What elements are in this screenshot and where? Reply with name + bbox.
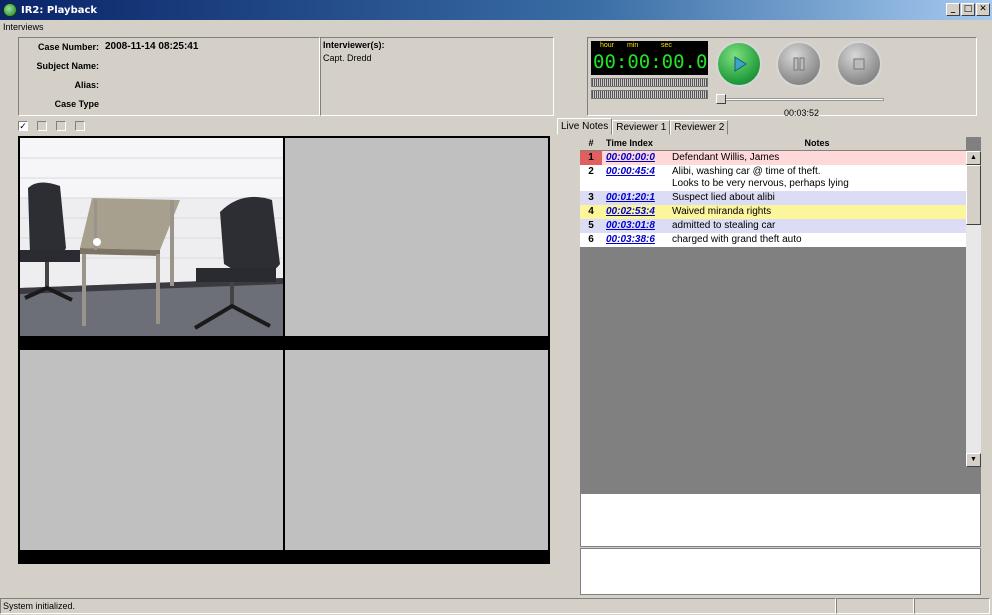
interviewers-panel: Interviewer(s): Capt. Dredd xyxy=(320,37,554,116)
column-header-time[interactable]: Time Index xyxy=(602,137,668,150)
note-time-link[interactable]: 00:01:20:1 xyxy=(602,191,668,205)
interviewers-value: Capt. Dredd xyxy=(323,53,372,63)
camera-toggle-4[interactable] xyxy=(75,121,85,131)
note-time-link[interactable]: 00:03:38:6 xyxy=(602,233,668,247)
status-panel-2 xyxy=(836,598,914,614)
stop-button[interactable] xyxy=(836,41,882,87)
close-button[interactable]: ✕ xyxy=(976,3,990,16)
note-text-cell: Suspect lied about alibi xyxy=(668,191,966,205)
case-number-value: 2008-11-14 08:25:41 xyxy=(105,41,199,52)
note-text-cell: charged with grand theft auto xyxy=(668,233,966,247)
note-row[interactable]: 4 00:02:53:4 Waived miranda rights xyxy=(580,205,966,219)
note-row[interactable]: 2 00:00:45:4 Alibi, washing car @ time of … xyxy=(580,165,966,191)
camera-view-4[interactable] xyxy=(285,350,548,550)
note-time-link[interactable]: 00:02:53:4 xyxy=(602,205,668,219)
tab-reviewer-1[interactable]: Reviewer 1 xyxy=(612,120,671,135)
playback-controls: hour min sec 00:00:00.0 00:03:52 xyxy=(587,37,977,118)
note-row[interactable]: 6 00:03:38:6 charged with grand theft auto xyxy=(580,233,966,247)
note-text: Looks to be very nervous, perhaps lying xyxy=(672,178,849,189)
note-text: Alibi, washing car @ time of theft. xyxy=(672,166,821,177)
column-header-number[interactable]: # xyxy=(580,137,602,150)
note-time-link[interactable]: 00:00:00:0 xyxy=(602,151,668,165)
note-entry-field[interactable] xyxy=(580,493,981,547)
camera-view-2[interactable] xyxy=(285,138,548,336)
case-info-panel: Case Number: 2008-11-14 08:25:41 Subject… xyxy=(18,37,320,116)
note-text-cell: Alibi, washing car @ time of theft. Looks… xyxy=(668,165,966,191)
camera-divider-1 xyxy=(20,336,548,348)
minimize-button[interactable]: _ xyxy=(946,3,960,16)
status-panel-3 xyxy=(914,598,990,614)
time-digits: 00:00:00.0 xyxy=(593,51,708,73)
note-text: Suspect lied about alibi xyxy=(672,192,775,203)
note-number: 5 xyxy=(580,219,602,233)
note-detail-field[interactable] xyxy=(580,548,981,595)
notes-header: # Time Index Notes xyxy=(580,137,966,150)
window-controls: _ □ ✕ xyxy=(946,3,990,16)
video-grid xyxy=(18,136,550,564)
note-row[interactable]: 5 00:03:01:8 admitted to stealing car xyxy=(580,219,966,233)
play-button[interactable] xyxy=(716,41,762,87)
note-number: 4 xyxy=(580,205,602,219)
note-text: admitted to stealing car xyxy=(672,220,776,231)
maximize-button[interactable]: □ xyxy=(961,3,975,16)
audio-meter-left xyxy=(591,78,708,87)
seek-slider-thumb[interactable] xyxy=(716,94,726,104)
min-label: min xyxy=(627,42,639,49)
stop-icon xyxy=(853,58,865,70)
time-display: hour min sec 00:00:00.0 xyxy=(591,41,708,75)
note-text-cell: admitted to stealing car xyxy=(668,219,966,233)
camera-view-3[interactable] xyxy=(20,350,283,550)
interviewers-label: Interviewer(s): xyxy=(323,40,385,50)
play-icon xyxy=(734,56,747,72)
note-row[interactable]: 3 00:01:20:1 Suspect lied about alibi xyxy=(580,191,966,205)
case-type-label: Case Type xyxy=(54,99,99,109)
note-text-cell: Waived miranda rights xyxy=(668,205,966,219)
menu-item-interviews[interactable]: Interviews xyxy=(3,22,44,32)
note-text: Waived miranda rights xyxy=(672,206,772,217)
notes-divider xyxy=(580,467,981,493)
scroll-thumb[interactable] xyxy=(966,165,981,225)
notes-table: # Time Index Notes 1 00:00:00:0 Defendant … xyxy=(580,137,981,467)
elapsed-time: 00:03:52 xyxy=(784,108,820,118)
camera-toggle-1[interactable]: ✓ xyxy=(18,121,28,131)
notes-scrollbar[interactable]: ▲ ▼ xyxy=(966,151,981,467)
seek-slider-track[interactable] xyxy=(716,98,884,101)
note-text-cell: Defendant Willis, James xyxy=(668,151,966,165)
window-title: IR2: Playback xyxy=(21,4,98,16)
pause-button[interactable] xyxy=(776,41,822,87)
title-bar: IR2: Playback _ □ ✕ xyxy=(0,0,992,20)
audio-meter-right xyxy=(591,90,708,99)
note-time-link[interactable]: 00:00:45:4 xyxy=(602,165,668,191)
case-number-label: Case Number: xyxy=(37,42,99,52)
scroll-up-button[interactable]: ▲ xyxy=(966,151,981,165)
interview-room-image xyxy=(20,138,283,336)
camera-view-1[interactable] xyxy=(20,138,283,336)
column-header-notes[interactable]: Notes xyxy=(668,137,966,150)
pause-icon xyxy=(793,57,805,71)
tab-reviewer-2[interactable]: Reviewer 2 xyxy=(670,120,729,135)
note-number: 1 xyxy=(580,151,602,165)
sec-label: sec xyxy=(661,42,672,49)
menu-bar: Interviews xyxy=(0,20,992,34)
notes-tabs: Live Notes Reviewer 1 Reviewer 2 xyxy=(557,118,729,135)
note-time-link[interactable]: 00:03:01:8 xyxy=(602,219,668,233)
camera-toggle-2[interactable] xyxy=(37,121,47,131)
note-text: Defendant Willis, James xyxy=(672,152,780,163)
camera-toggles: ✓ xyxy=(18,121,85,131)
note-row[interactable]: 1 00:00:00:0 Defendant Willis, James xyxy=(580,151,966,165)
note-text: charged with grand theft auto xyxy=(672,234,802,245)
status-message: System initialized. xyxy=(0,598,836,614)
hour-label: hour xyxy=(600,42,615,49)
alias-label: Alias: xyxy=(74,80,99,90)
subject-name-label: Subject Name: xyxy=(36,61,99,71)
note-number: 6 xyxy=(580,233,602,247)
note-number: 2 xyxy=(580,165,602,191)
tab-live-notes[interactable]: Live Notes xyxy=(557,118,613,135)
camera-toggle-3[interactable] xyxy=(56,121,66,131)
note-number: 3 xyxy=(580,191,602,205)
app-icon xyxy=(3,3,17,17)
scroll-down-button[interactable]: ▼ xyxy=(966,453,981,467)
status-bar: System initialized. xyxy=(0,597,992,615)
